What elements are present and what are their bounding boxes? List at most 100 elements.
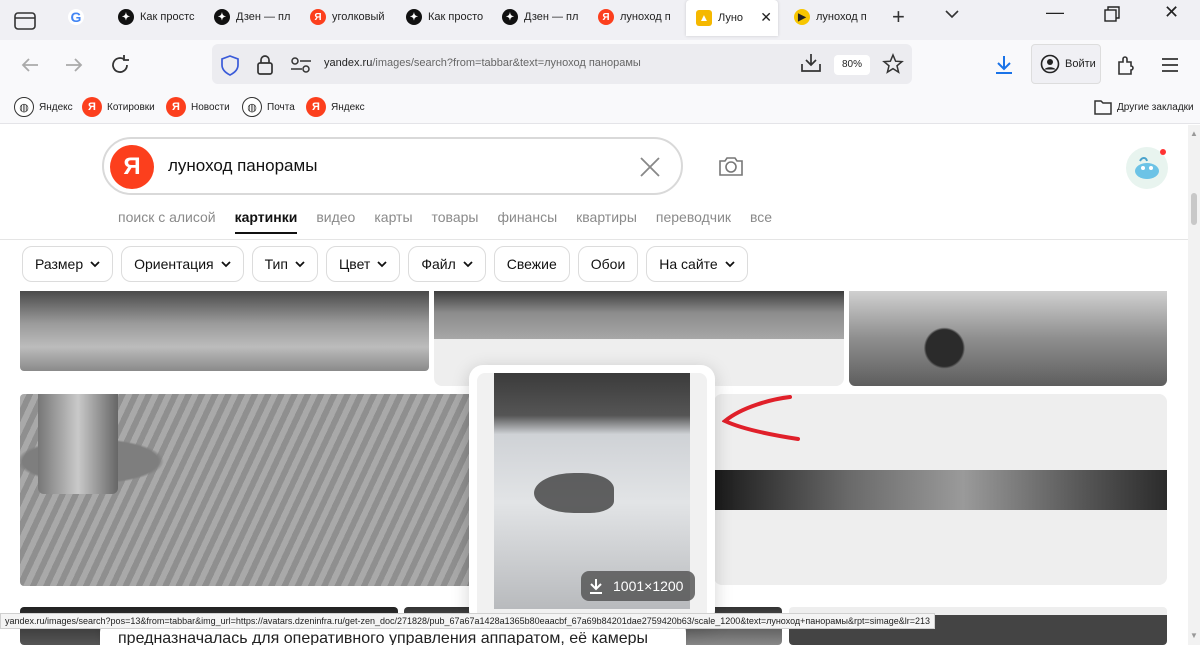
filter-fresh[interactable]: Свежие (493, 246, 570, 282)
google-icon: G (68, 9, 84, 25)
yandex-icon: Я (166, 97, 186, 117)
filter-label: Обои (590, 256, 626, 272)
tab-active[interactable]: ▲ Луно ✕ (686, 0, 778, 36)
tab-goods[interactable]: товары (432, 209, 479, 234)
install-page-icon[interactable] (800, 52, 822, 74)
tab-4[interactable]: ✦ Как просто (396, 0, 490, 34)
lock-icon[interactable] (256, 54, 274, 76)
search-input[interactable]: луноход панорамы (168, 156, 317, 176)
filter-file[interactable]: Файл (408, 246, 486, 282)
shield-icon[interactable] (220, 54, 240, 76)
tab-translate[interactable]: переводчик (656, 209, 731, 234)
scroll-up-icon[interactable]: ▲ (1190, 129, 1198, 138)
zoom-level[interactable]: 80% (834, 55, 870, 75)
navigation-bar: yandex.ru/images/search?from=tabbar&text… (0, 40, 1200, 90)
tab-alice-search[interactable]: поиск с алисой (118, 209, 216, 234)
dzen-icon: ✦ (502, 9, 518, 25)
yandex-logo[interactable]: Я (110, 145, 154, 189)
new-tab-icon[interactable]: + (892, 4, 905, 30)
bookmarks-bar: ◍ Яндекс Я Котировки Я Новости ◍ Почта Я Янде… (0, 90, 1200, 124)
image-preview-popover[interactable]: 1001×1200 (469, 365, 715, 625)
chevron-down-icon (220, 260, 231, 267)
download-icon (590, 579, 602, 594)
image-result (714, 470, 1167, 510)
scroll-down-icon[interactable]: ▼ (1190, 631, 1198, 640)
tab-realty[interactable]: квартиры (576, 209, 637, 234)
filter-size[interactable]: Размер (22, 246, 114, 282)
tab-label: луноход п (620, 11, 671, 23)
search-box[interactable]: Я луноход панорамы (102, 137, 683, 195)
tab-6[interactable]: Ялуноход п (588, 0, 682, 34)
reload-icon[interactable] (108, 53, 132, 77)
dzen-icon: ✦ (118, 9, 134, 25)
download-size-button[interactable]: 1001×1200 (581, 571, 696, 601)
scroll-thumb[interactable] (1191, 193, 1197, 225)
image-result[interactable] (20, 394, 490, 586)
tab-3[interactable]: Яуголковый (300, 0, 394, 34)
login-button[interactable]: Войти (1031, 44, 1101, 84)
star-icon[interactable] (882, 53, 904, 75)
bookmark-quotes[interactable]: Я Котировки (82, 96, 155, 118)
tab-maps[interactable]: карты (374, 209, 412, 234)
preview-frame: 1001×1200 (477, 373, 707, 625)
bookmark-yandex-2[interactable]: Я Яндекс (306, 96, 365, 118)
tab-label: Как просто (428, 11, 484, 23)
filter-label: Тип (264, 256, 288, 272)
restore-icon[interactable] (1104, 6, 1120, 22)
filter-type[interactable]: Тип (251, 246, 318, 282)
chevron-down-icon (377, 260, 387, 267)
forward-icon[interactable] (62, 53, 86, 77)
filter-orientation[interactable]: Ориентация (121, 246, 244, 282)
avatar[interactable] (1126, 147, 1168, 189)
notification-dot (1160, 149, 1166, 155)
chevron-down-icon (295, 260, 305, 267)
bookmark-news[interactable]: Я Новости (166, 96, 230, 118)
site-settings-icon[interactable] (290, 56, 312, 74)
alice-icon (1135, 157, 1159, 179)
address-bar[interactable]: yandex.ru/images/search?from=tabbar&text… (212, 44, 912, 84)
extensions-icon[interactable] (1114, 53, 1138, 77)
filter-site[interactable]: На сайте (646, 246, 748, 282)
tab-video[interactable]: видео (316, 209, 355, 234)
tab-all[interactable]: все (750, 209, 772, 234)
image-result[interactable] (849, 291, 1167, 386)
globe-icon: ◍ (242, 97, 262, 117)
scrollbar[interactable]: ▲ ▼ (1188, 125, 1200, 645)
close-window-icon[interactable]: ✕ (1164, 2, 1179, 23)
filter-label: Свежие (506, 256, 557, 272)
filter-label: Файл (421, 256, 456, 272)
tab-label: луноход п (816, 11, 867, 23)
filter-bar: Размер Ориентация Тип Цвет Файл Свежие О… (22, 246, 756, 282)
downloads-icon[interactable] (992, 53, 1016, 77)
divider (0, 239, 1188, 240)
menu-icon[interactable] (1158, 53, 1182, 77)
tab-images[interactable]: картинки (234, 209, 298, 234)
tab-5[interactable]: ✦ Дзен — пл (492, 0, 586, 34)
back-icon[interactable] (18, 53, 42, 77)
url-text[interactable]: yandex.ru/images/search?from=tabbar&text… (324, 57, 641, 69)
tab-8[interactable]: ▶ луноход п (784, 0, 878, 34)
image-result[interactable] (20, 291, 429, 371)
tab-finance[interactable]: финансы (497, 209, 557, 234)
dzen-icon: ✦ (406, 9, 422, 25)
tab-1[interactable]: ✦ Как простс (108, 0, 202, 34)
yandex-video-icon: ▶ (794, 9, 810, 25)
tab-2[interactable]: ✦ Дзен — пл (204, 0, 298, 34)
bookmark-label: Яндекс (331, 101, 365, 113)
close-tab-icon[interactable]: ✕ (760, 9, 772, 26)
bookmark-label: Почта (267, 101, 295, 113)
minimize-icon[interactable]: — (1046, 2, 1064, 23)
other-bookmarks-label: Другие закладки (1117, 101, 1194, 113)
service-tabs: поиск с алисой картинки видео карты това… (118, 209, 791, 234)
camera-search-icon[interactable] (718, 154, 744, 178)
tab-manager-icon[interactable] (14, 10, 36, 30)
chevron-down-icon[interactable] (944, 6, 960, 22)
filter-color[interactable]: Цвет (325, 246, 401, 282)
tab-google[interactable]: G (58, 0, 108, 34)
other-bookmarks[interactable]: Другие закладки (1094, 96, 1194, 118)
login-label: Войти (1065, 58, 1096, 70)
filter-wallpapers[interactable]: Обои (577, 246, 639, 282)
clear-search-icon[interactable] (638, 155, 662, 179)
bookmark-yandex[interactable]: ◍ Яндекс (14, 96, 73, 118)
bookmark-mail[interactable]: ◍ Почта (242, 96, 295, 118)
